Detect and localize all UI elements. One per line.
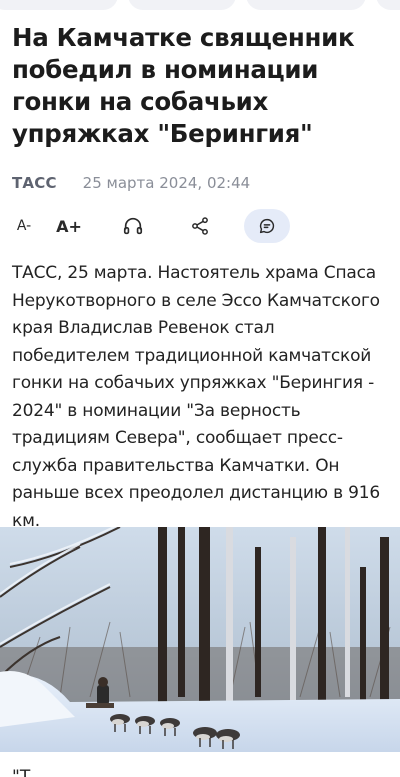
font-decrease-label: A-	[16, 218, 32, 234]
article-photo	[0, 527, 400, 752]
article-source[interactable]: ТАСС	[12, 174, 57, 192]
font-increase-label: A+	[56, 216, 82, 236]
font-decrease-button[interactable]: A-	[10, 207, 38, 245]
photo-dog-sled-forest	[0, 527, 400, 752]
share-icon	[192, 217, 208, 235]
top-tab[interactable]	[376, 0, 400, 10]
article-meta: ТАСС 25 марта 2024, 02:44	[12, 173, 250, 193]
article-lead: ТАСС, 25 марта. Настоятель храма Спаса Н…	[12, 263, 380, 531]
top-tabs-strip	[0, 0, 400, 12]
top-tab[interactable]	[0, 0, 118, 10]
article-toolbar: A- A+	[0, 207, 400, 245]
share-button[interactable]	[186, 207, 214, 245]
font-increase-button[interactable]: A+	[54, 207, 84, 245]
comment-icon	[259, 218, 275, 234]
headphones-icon	[123, 217, 143, 235]
article-title: На Камчатке священник победил в номинаци…	[12, 23, 355, 148]
article-next-paragraph: "Т	[12, 767, 31, 777]
article-date: 25 марта 2024, 02:44	[82, 174, 251, 192]
top-tab[interactable]	[128, 0, 236, 10]
listen-button[interactable]	[118, 207, 148, 245]
top-tab[interactable]	[246, 0, 366, 10]
comments-button[interactable]	[244, 209, 290, 243]
